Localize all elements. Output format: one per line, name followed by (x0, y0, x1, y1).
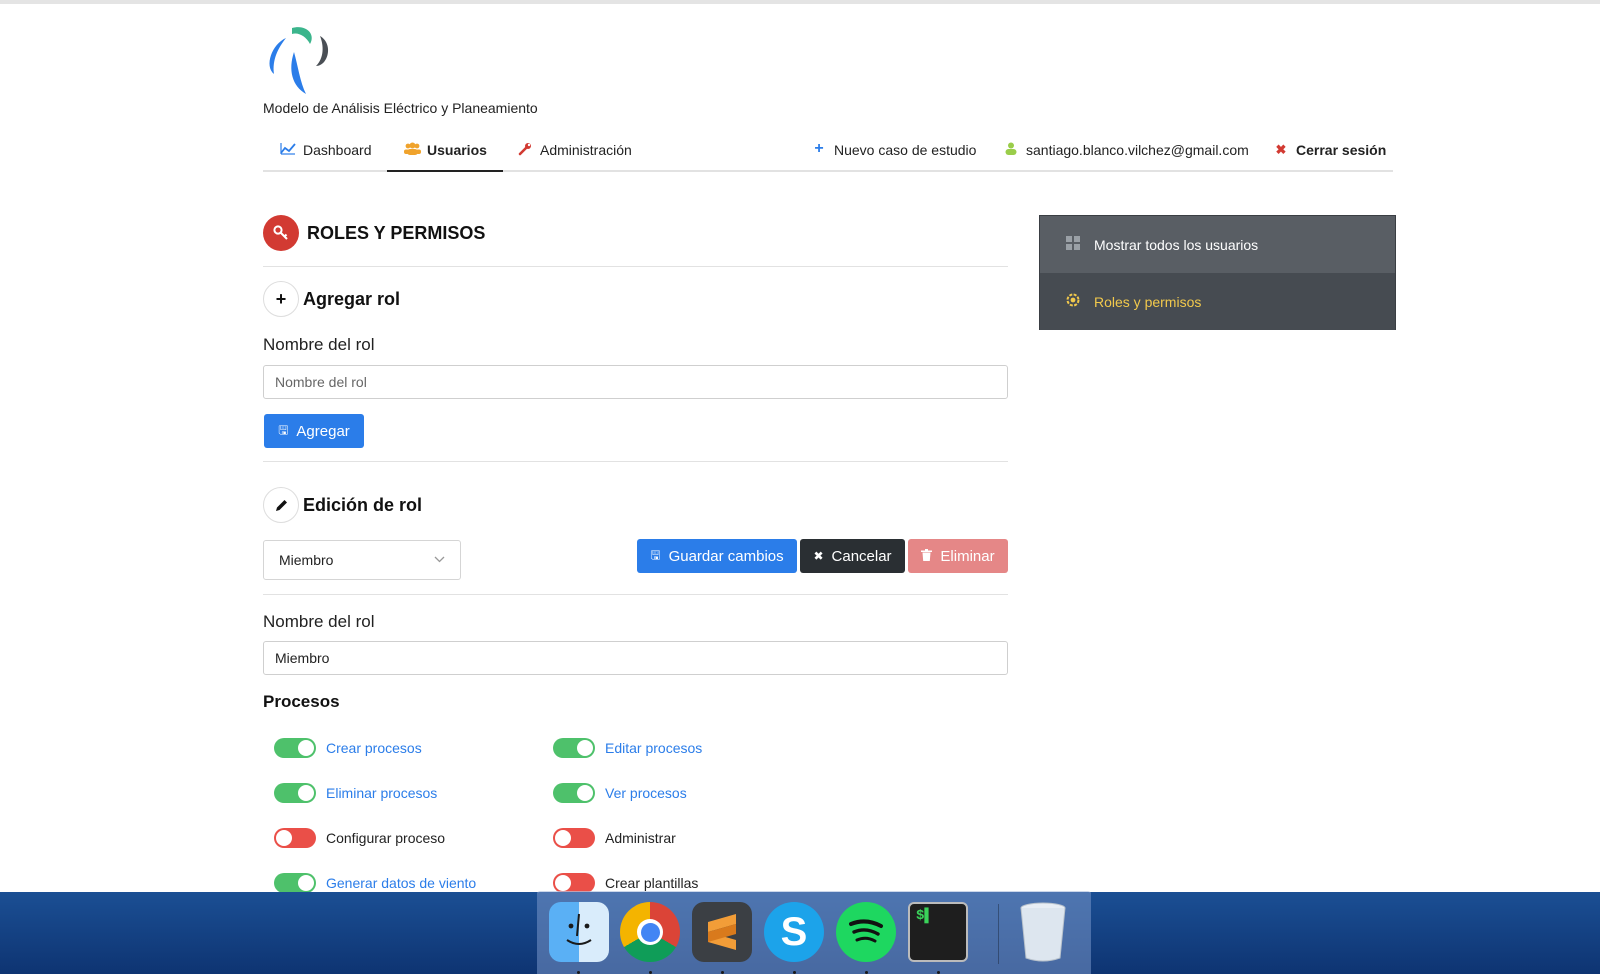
permission-toggle-eliminar-procesos[interactable]: Eliminar procesos (274, 783, 437, 803)
plus-circle-icon: + (263, 281, 299, 317)
agregar-button-label: Agregar (296, 422, 350, 440)
permission-toggle-editar-procesos[interactable]: Editar procesos (553, 738, 702, 758)
save-icon: 🖫 (650, 547, 661, 562)
sidebar-item-roles-permisos[interactable]: Roles y permisos (1040, 273, 1395, 330)
permission-toggle-administrar[interactable]: Administrar (553, 828, 676, 848)
grid-icon (1064, 236, 1082, 253)
role-select-value: Miembro (279, 552, 334, 568)
trash-icon (921, 548, 933, 564)
nav-administracion[interactable]: Administración (516, 140, 632, 172)
sidebar-item-label: Roles y permisos (1094, 293, 1202, 310)
plus-icon: + (814, 140, 824, 157)
toggle-switch[interactable] (274, 738, 316, 758)
nav-cerrar-sesion[interactable]: ✖ Cerrar sesión (1272, 140, 1387, 172)
permission-label: Eliminar procesos (326, 785, 438, 801)
chevron-down-icon (434, 555, 445, 566)
macos-dock: S $▌ (537, 891, 1091, 974)
toggle-switch[interactable] (553, 873, 595, 893)
nav-administracion-label: Administración (540, 142, 632, 158)
app-title: Modelo de Análisis Eléctrico y Planeamie… (263, 100, 538, 116)
app-logo (269, 27, 329, 94)
nav-user-email: santiago.blanco.vilchez@gmail.com (1026, 142, 1249, 158)
permission-label: Crear plantillas (605, 875, 699, 891)
role-select[interactable]: Miembro (263, 540, 461, 580)
procesos-heading: Procesos (263, 692, 340, 711)
edit-role-name-label: Nombre del rol (263, 612, 375, 631)
toggle-switch[interactable] (553, 738, 595, 758)
permission-toggle-crear-procesos[interactable]: Crear procesos (274, 738, 422, 758)
toggle-switch[interactable] (274, 828, 316, 848)
divider (263, 594, 1008, 595)
eliminar-button-label: Eliminar (940, 547, 995, 565)
nav-dashboard[interactable]: Dashboard (279, 140, 372, 172)
sidebar-item-label: Mostrar todos los usuarios (1094, 236, 1259, 253)
main-nav: Dashboard Usuarios Administración + Nuev… (263, 140, 1393, 172)
page-header: ROLES Y PERMISOS (263, 215, 485, 251)
skype-icon[interactable]: S (764, 902, 824, 962)
finder-icon[interactable] (549, 902, 609, 962)
edit-role-header: Edición de rol (263, 487, 422, 523)
nav-usuarios[interactable]: Usuarios (387, 140, 503, 172)
cancelar-button[interactable]: ✖ Cancelar (800, 539, 905, 573)
gear-icon (1064, 292, 1082, 311)
sublime-text-icon[interactable] (692, 902, 752, 962)
add-role-name-label: Nombre del rol (263, 335, 375, 354)
spotify-icon[interactable] (836, 902, 896, 962)
permission-toggle-ver-procesos[interactable]: Ver procesos (553, 783, 687, 803)
trash-icon[interactable] (1013, 902, 1073, 962)
browser-top-border (0, 0, 1600, 4)
nav-nuevo-caso[interactable]: + Nuevo caso de estudio (810, 140, 976, 172)
key-icon (263, 215, 299, 251)
eliminar-button[interactable]: Eliminar (908, 539, 1008, 573)
wrench-icon (516, 142, 534, 159)
chrome-icon[interactable] (620, 902, 680, 962)
permission-label: Configurar proceso (326, 830, 446, 846)
divider (263, 461, 1008, 462)
edit-role-heading: Edición de rol (303, 494, 423, 515)
guardar-cambios-label: Guardar cambios (668, 547, 784, 565)
toggle-switch[interactable] (553, 828, 595, 848)
agregar-button[interactable]: 🖫 Agregar (264, 414, 364, 448)
user-icon (1002, 142, 1020, 158)
add-role-header: + Agregar rol (263, 281, 400, 317)
close-icon: ✖ (1275, 142, 1287, 157)
close-icon: ✖ (813, 549, 824, 563)
add-role-heading: Agregar rol (303, 288, 401, 309)
add-role-name-input[interactable] (263, 365, 1008, 399)
save-icon: 🖫 (278, 422, 289, 437)
permission-toggle-crear-plantillas[interactable]: Crear plantillas (553, 873, 698, 893)
pencil-icon (263, 487, 299, 523)
terminal-icon[interactable]: $▌ (908, 902, 968, 962)
sidebar-menu: Mostrar todos los usuarios Roles y permi… (1039, 215, 1396, 330)
permission-label: Crear procesos (326, 740, 422, 756)
dock-separator (998, 904, 999, 964)
nav-user[interactable]: santiago.blanco.vilchez@gmail.com (1002, 140, 1249, 172)
nav-usuarios-label: Usuarios (427, 142, 487, 158)
nav-cerrar-sesion-label: Cerrar sesión (1296, 142, 1387, 158)
permission-label: Ver procesos (605, 785, 687, 801)
page-title: ROLES Y PERMISOS (307, 222, 486, 243)
cancelar-button-label: Cancelar (831, 547, 892, 565)
guardar-cambios-button[interactable]: 🖫 Guardar cambios (637, 539, 797, 573)
edit-role-name-input[interactable] (263, 641, 1008, 675)
users-icon (403, 142, 421, 158)
toggle-switch[interactable] (274, 873, 316, 893)
permission-label: Generar datos de viento (326, 875, 477, 891)
permission-label: Administrar (605, 830, 676, 846)
chart-line-icon (279, 142, 297, 158)
nav-dashboard-label: Dashboard (303, 142, 372, 158)
toggle-switch[interactable] (553, 783, 595, 803)
nav-nuevo-caso-label: Nuevo caso de estudio (834, 142, 977, 158)
permission-toggle-configurar-proceso[interactable]: Configurar proceso (274, 828, 445, 848)
divider (263, 266, 1008, 267)
permission-toggle-generar-datos-viento[interactable]: Generar datos de viento (274, 873, 476, 893)
toggle-switch[interactable] (274, 783, 316, 803)
sidebar-item-mostrar-usuarios[interactable]: Mostrar todos los usuarios (1040, 216, 1395, 273)
permission-label: Editar procesos (605, 740, 703, 756)
